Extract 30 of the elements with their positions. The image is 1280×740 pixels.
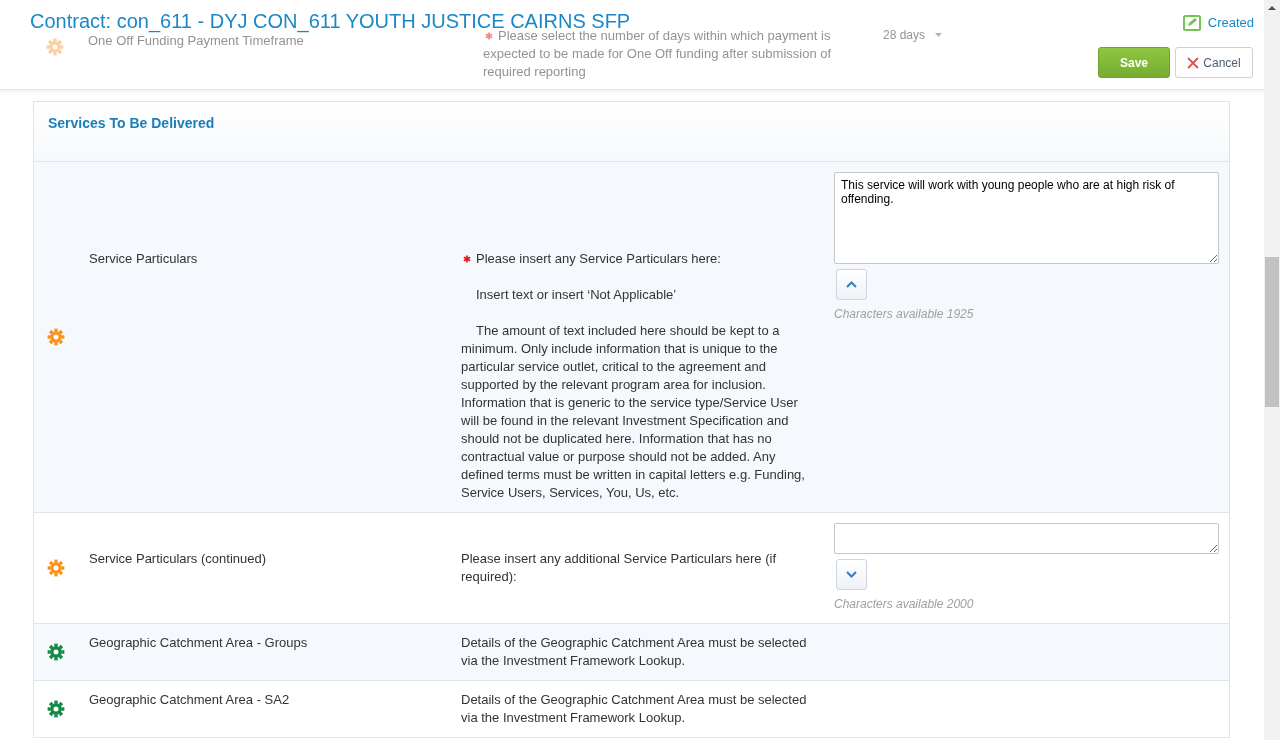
text-area-field[interactable] — [834, 523, 1219, 554]
status-label: Created — [1207, 14, 1254, 32]
close-icon — [1187, 56, 1200, 69]
gear-icon — [46, 38, 64, 56]
field-label: Geographic Catchment Area - Groups — [89, 634, 309, 652]
edit-status-icon — [1182, 15, 1201, 31]
field-label: One Off Funding Payment Timeframe — [88, 33, 305, 50]
instruction-text: Please select the number of days within which payment is expected to be made for One Off funding after submission of required reporting — [483, 28, 833, 81]
field-label: Service Particulars (continued) — [89, 550, 268, 568]
instruction-text: Details of the Geographic Catchment Area must be selected via the Investment Framework Lookup. — [461, 634, 808, 670]
instruction-text: Please insert any additional Service Particulars here (if required): — [461, 550, 778, 586]
collapse-button[interactable] — [836, 269, 867, 300]
caret-icon — [935, 33, 943, 37]
chevron-up-icon — [846, 281, 857, 288]
characters-available-text: Characters available 2000 — [834, 596, 975, 613]
cancel-button[interactable]: Cancel — [1175, 47, 1253, 78]
field-label: Service Particulars — [89, 250, 199, 268]
characters-available-text: Characters available 1925 — [834, 306, 975, 323]
instruction-text: Details of the Geographic Catchment Area must be selected via the Investment Framework Lookup. — [461, 691, 808, 727]
section-title: Services To Be Delivered — [48, 114, 216, 132]
scrollbar-thumb[interactable] — [1265, 257, 1279, 407]
instruction-text: The amount of text included here should be kept to a minimum. Only include information that is unique to the particular service outlet, critical to the agreement and supported by the relevant program area for inclusion. Information that is generic to the service type/Service User will be found in the relevant Investment Specification and should not be duplicated here. Information that has no contractual value or purpose should not be added. Any defined terms must be written in capital letters e.g. Funding, Service Users, Services, You, Us, etc. — [461, 322, 806, 502]
chevron-down-icon — [846, 571, 857, 578]
field-label: Geographic Catchment Area - SA2 — [89, 691, 291, 709]
expand-button[interactable] — [836, 559, 867, 590]
scroll-up-arrow-icon[interactable] — [1268, 6, 1276, 10]
text-area-field[interactable]: This service will work with young people who are at high risk of offending. — [834, 172, 1219, 264]
scrollbar[interactable] — [1264, 0, 1280, 740]
instruction-text: Insert text or insert ‘Not Applicable’ — [475, 286, 678, 304]
instruction-text: Please insert any Service Particulars here: — [475, 250, 722, 268]
